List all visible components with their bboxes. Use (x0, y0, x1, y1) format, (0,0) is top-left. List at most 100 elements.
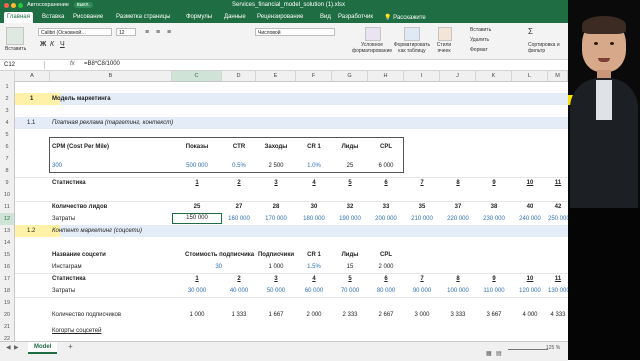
cell-b24[interactable]: Затраты (52, 285, 75, 297)
cost-cell[interactable]: 30 000 (172, 285, 222, 297)
cell-b6[interactable]: CPM (Cost Per Mile) (52, 141, 109, 153)
tab-home[interactable]: Главная (4, 12, 33, 23)
period-cell[interactable]: 10 (512, 177, 548, 189)
column-header[interactable]: K (476, 71, 512, 81)
cell-c20[interactable]: 30 (172, 261, 222, 273)
cost-cell[interactable]: 80 000 (368, 285, 404, 297)
close-window-icon[interactable] (4, 3, 9, 8)
row-header[interactable]: 11 (0, 201, 14, 213)
row-header[interactable]: 10 (0, 189, 14, 201)
row-header[interactable]: 12 (0, 213, 14, 225)
minimize-window-icon[interactable] (11, 3, 16, 8)
period-cell[interactable]: 8 (440, 273, 476, 285)
align-left-icon[interactable]: ≡ (145, 29, 149, 36)
column-header[interactable]: I (404, 71, 440, 81)
cost-cell[interactable]: 130 000 (548, 285, 568, 297)
zoom-window-icon[interactable] (18, 3, 23, 8)
subscribers-cell[interactable]: 1 667 (256, 309, 296, 321)
cell-h8[interactable]: 6 000 (368, 160, 404, 172)
cell-b16[interactable]: Контент маркетинг (соцсети) (52, 225, 142, 237)
cell-b4[interactable]: Платная реклама (таргетинг, контекст) (52, 117, 173, 129)
font-size-select[interactable]: 12 (116, 28, 136, 36)
row-header[interactable]: 8 (0, 165, 14, 177)
row-header[interactable]: 6 (0, 141, 14, 153)
cell-a16[interactable]: 1.2 (27, 225, 35, 237)
cell-g20[interactable]: 15 (332, 261, 368, 273)
formula-input[interactable]: =B8*C8/1000 (84, 61, 120, 67)
cost-cell[interactable]: 220 000 (440, 213, 476, 225)
cell-a2[interactable]: 1 (30, 93, 33, 105)
leads-cell[interactable]: 32 (332, 201, 368, 213)
cell-f20[interactable]: 1.5% (296, 261, 332, 273)
clipboard-icon[interactable] (6, 27, 24, 45)
period-cell[interactable]: 2 (222, 273, 256, 285)
leads-cell[interactable]: 38 (476, 201, 512, 213)
period-cell[interactable]: 3 (256, 273, 296, 285)
cost-cell[interactable]: 100 000 (440, 285, 476, 297)
leads-cell[interactable]: 25 (172, 201, 222, 213)
row-header[interactable]: 4 (0, 117, 14, 129)
cell-a4[interactable]: 1.1 (27, 117, 35, 129)
cell-f6[interactable]: CR 1 (296, 141, 332, 153)
cell-h6[interactable]: CPL (368, 141, 404, 153)
cost-cell[interactable]: 40 000 (222, 285, 256, 297)
tab-data[interactable]: Данные (224, 14, 246, 20)
cell-b28[interactable]: Когорты соцсетей (52, 325, 101, 337)
prev-sheet-icon[interactable]: ◀ (6, 344, 11, 351)
row-header[interactable]: 18 (0, 285, 14, 297)
row-header[interactable]: 14 (0, 237, 14, 249)
row-header[interactable]: 15 (0, 249, 14, 261)
column-header[interactable]: E (256, 71, 296, 81)
spreadsheet-grid[interactable]: 1 Модель маркетинга 1.1 Платная реклама … (15, 81, 568, 341)
column-header[interactable]: C (172, 71, 222, 81)
align-center-icon[interactable]: ≡ (156, 29, 160, 36)
row-header[interactable]: 17 (0, 273, 14, 285)
cell-h18[interactable]: CPL (368, 249, 404, 261)
column-header[interactable]: D (222, 71, 256, 81)
cell-c6[interactable]: Показы (172, 141, 222, 153)
row-header[interactable]: 13 (0, 225, 14, 237)
cell-f8[interactable]: 1.0% (296, 160, 332, 172)
row-header[interactable]: 3 (0, 105, 14, 117)
row-header[interactable]: 16 (0, 261, 14, 273)
leads-cell[interactable]: 27 (222, 201, 256, 213)
period-cell[interactable]: 6 (368, 273, 404, 285)
column-header[interactable]: M (548, 71, 568, 81)
delete-cells-button[interactable]: Удалить (470, 37, 489, 43)
period-cell[interactable]: 4 (296, 177, 332, 189)
cell-b20[interactable]: Инстаграм (52, 261, 82, 273)
period-cell[interactable]: 10 (512, 273, 548, 285)
bold-button[interactable]: Ж (40, 41, 46, 48)
page-layout-icon[interactable]: ▤ (496, 350, 502, 357)
subscribers-cell[interactable]: 3 333 (440, 309, 476, 321)
leads-cell[interactable]: 40 (512, 201, 548, 213)
row-header[interactable]: 2 (0, 93, 14, 105)
tab-view[interactable]: Вид (320, 14, 331, 20)
cell-e18[interactable]: Подписчики (256, 249, 296, 261)
cost-cell[interactable]: 200 000 (368, 213, 404, 225)
leads-cell[interactable]: 35 (404, 201, 440, 213)
row-header[interactable]: 21 (0, 321, 14, 333)
leads-cell[interactable]: 30 (296, 201, 332, 213)
period-cell[interactable]: 9 (476, 273, 512, 285)
cell-d8[interactable]: 0.5% (222, 160, 256, 172)
sort-filter-button[interactable]: Сортировка и фильтр (528, 42, 568, 54)
column-header[interactable]: F (296, 71, 332, 81)
cell-styles-icon[interactable] (438, 27, 452, 41)
cost-cell[interactable]: 170 000 (256, 213, 296, 225)
row-header[interactable]: 1 (0, 81, 14, 93)
cell-f18[interactable]: CR 1 (296, 249, 332, 261)
period-cell[interactable]: 3 (256, 177, 296, 189)
tab-review[interactable]: Рецензирование (257, 14, 303, 20)
cell-b26[interactable]: Количество подписчиков (52, 309, 121, 321)
select-all-corner[interactable] (0, 71, 15, 81)
period-cell[interactable]: 5 (332, 177, 368, 189)
cell-c18[interactable]: Стоимость подписчика (185, 249, 254, 261)
next-sheet-icon[interactable]: ▶ (14, 344, 19, 351)
column-header[interactable]: G (332, 71, 368, 81)
tab-draw[interactable]: Рисование (73, 14, 103, 20)
selected-cell-c12[interactable]: 150 000 (172, 213, 222, 224)
column-header[interactable]: J (440, 71, 476, 81)
cost-cell[interactable]: 210 000 (404, 213, 440, 225)
cost-cell[interactable]: 160 000 (222, 213, 256, 225)
